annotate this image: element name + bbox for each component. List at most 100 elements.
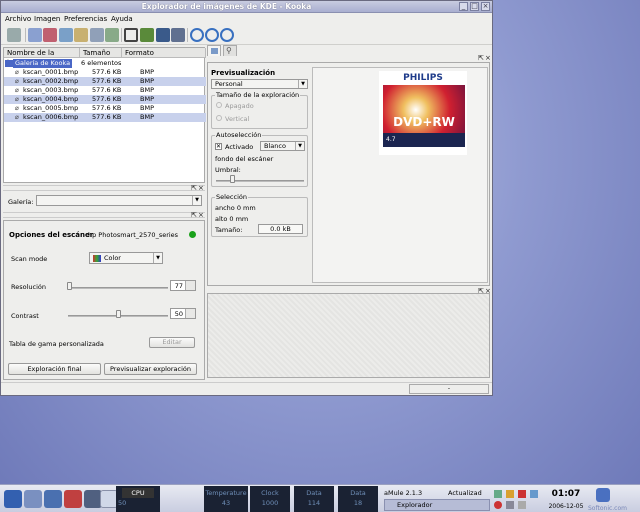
menu-bar: Archivo Imagen Preferencias Ayuda <box>1 13 492 25</box>
minimize-button[interactable]: _ <box>459 2 468 11</box>
cpu-monitor: CPU 50 <box>116 486 160 512</box>
column-header-name[interactable]: Nombre de la imagen <box>4 48 80 67</box>
spin-arrows-icon[interactable] <box>185 309 195 318</box>
resolution-label: Resolución <box>11 283 46 291</box>
column-header-size[interactable]: Tamaño <box>80 48 122 58</box>
image-icon[interactable] <box>59 28 73 42</box>
radio-off[interactable] <box>216 102 222 108</box>
tray-icon[interactable] <box>518 490 526 498</box>
clock-time[interactable]: 01:07 <box>546 489 586 499</box>
contrast-spinbox[interactable]: 50 <box>170 308 196 319</box>
close-icon[interactable]: × <box>198 211 204 219</box>
rotate-ccw-icon[interactable] <box>205 28 219 42</box>
tray-icon[interactable] <box>518 501 526 509</box>
task-amule[interactable]: aMule 2.1.3 Actualizad <box>384 487 490 499</box>
resolution-spinbox[interactable]: 77 <box>170 280 196 291</box>
image-viewer-panel[interactable] <box>207 293 490 378</box>
dock-handle[interactable] <box>3 185 205 191</box>
file-size: 577.6 KB <box>92 77 122 85</box>
file-name: kscan_0003.bmp <box>23 86 79 94</box>
preview-scan-button[interactable]: Previsualizar exploración <box>104 363 197 375</box>
edit-gamma-button[interactable]: Editar <box>149 337 195 348</box>
menu-ayuda[interactable]: Ayuda <box>111 15 133 23</box>
kmenu-icon[interactable] <box>4 490 22 508</box>
threshold-slider-handle[interactable] <box>230 175 235 183</box>
gallery-combo[interactable]: ▼ <box>36 195 202 206</box>
save-icon[interactable] <box>90 28 104 42</box>
tray-icon[interactable] <box>494 490 502 498</box>
monitor-label: Data <box>350 489 366 497</box>
menu-imagen[interactable]: Imagen <box>34 15 60 23</box>
gallery-root-name: Galería de Kooka <box>13 59 73 68</box>
copy-icon[interactable] <box>28 28 42 42</box>
autoselect-checkbox[interactable]: ✕ <box>215 143 222 150</box>
rotate-cw-icon[interactable] <box>190 28 204 42</box>
preset-value: Personal <box>215 80 243 88</box>
search-icon[interactable] <box>105 28 119 42</box>
mirror-both-icon[interactable] <box>171 28 185 42</box>
show-desktop-icon[interactable] <box>596 488 610 502</box>
dock-handle[interactable] <box>3 212 205 218</box>
tab-images[interactable] <box>207 45 221 56</box>
undo-icon[interactable] <box>220 28 234 42</box>
konqueror-icon[interactable] <box>64 490 82 508</box>
magnifier-icon: ⚲ <box>226 46 232 55</box>
tab-preview[interactable]: ⚲ <box>223 45 237 56</box>
task-kooka[interactable]: Explorador <box>384 499 490 511</box>
close-icon[interactable]: × <box>198 184 204 192</box>
tray-icon[interactable] <box>506 501 514 509</box>
undock-icon[interactable]: ⇱ <box>478 54 484 62</box>
file-row[interactable]: ⌀ kscan_0003.bmp 577.6 KB BMP <box>4 86 206 95</box>
file-row[interactable]: ⌀ kscan_0006.bmp 577.6 KB BMP <box>4 113 206 122</box>
file-row[interactable]: ⌀ kscan_0001.bmp 577.6 KB BMP <box>4 68 206 77</box>
close-button[interactable]: × <box>481 2 490 11</box>
tray-icon[interactable] <box>494 501 502 509</box>
file-row[interactable]: ⌀ kscan_0002.bmp 577.6 KB BMP <box>4 77 206 86</box>
resolution-slider[interactable] <box>68 287 168 289</box>
preview-canvas[interactable]: PHILIPS DVD+RW 4.7 <box>312 67 488 283</box>
autoselect-color-combo[interactable]: Blanco ▼ <box>260 141 305 151</box>
resolution-slider-handle[interactable] <box>67 282 72 290</box>
final-scan-button[interactable]: Exploración final <box>8 363 101 375</box>
gallery-list[interactable]: Nombre de la imagen Tamaño Formato Galer… <box>3 47 206 183</box>
gallery-root-row[interactable]: Galería de Kooka 6 elementos <box>4 59 206 68</box>
contrast-slider-handle[interactable] <box>116 310 121 318</box>
desktop-icon[interactable] <box>24 490 42 508</box>
monitor-value: 18 <box>353 499 363 507</box>
preset-combo[interactable]: Personal ▼ <box>211 79 308 89</box>
preview-panel: Previsualización Personal ▼ Tamaño de la… <box>207 62 490 286</box>
scan-mode-combo[interactable]: Color ▼ <box>89 252 163 264</box>
clock-date: 2006-12-05 <box>548 503 584 510</box>
kooka-window: Explorador de imágenes de KDE - Kooka _ … <box>0 0 493 396</box>
home-icon[interactable] <box>44 490 62 508</box>
spin-arrows-icon[interactable] <box>185 281 195 290</box>
temperature-monitor: Temperature 43 <box>204 486 248 512</box>
radio-vertical[interactable] <box>216 115 222 121</box>
flip-icon[interactable] <box>156 28 170 42</box>
autoselect-group-label: Autoselección <box>215 131 263 139</box>
undock-icon[interactable]: ⇱ <box>191 184 197 192</box>
crop-icon[interactable] <box>124 28 138 42</box>
file-size: 577.6 KB <box>92 113 122 121</box>
column-header-format[interactable]: Formato <box>122 48 206 58</box>
scan-size-group: Tamaño de la exploración Apagado Vertica… <box>211 91 308 129</box>
print-icon[interactable] <box>7 28 21 42</box>
mail-icon[interactable] <box>74 28 88 42</box>
close-icon[interactable]: × <box>485 54 491 62</box>
file-row[interactable]: ⌀ kscan_0005.bmp 577.6 KB BMP <box>4 104 206 113</box>
autoselect-label: Activado <box>225 143 254 151</box>
contrast-label: Contrast <box>11 312 39 320</box>
undock-icon[interactable]: ⇱ <box>191 211 197 219</box>
file-row[interactable]: ⌀ kscan_0004.bmp 577.6 KB BMP <box>4 95 206 104</box>
tray-icon[interactable] <box>530 490 538 498</box>
mirror-icon[interactable] <box>140 28 154 42</box>
maximize-button[interactable]: □ <box>470 2 479 11</box>
selection-group: Selección ancho 0 mm alto 0 mm Tamaño: 0… <box>211 193 308 237</box>
menu-preferencias[interactable]: Preferencias <box>64 15 107 23</box>
tray-icon[interactable] <box>506 490 514 498</box>
monitor-label: Data <box>306 489 322 497</box>
scan-mode-label: Scan mode <box>11 255 48 263</box>
copy-icon[interactable] <box>43 28 57 42</box>
title-bar[interactable]: Explorador de imágenes de KDE - Kooka _ … <box>1 1 492 13</box>
menu-archivo[interactable]: Archivo <box>5 15 31 23</box>
